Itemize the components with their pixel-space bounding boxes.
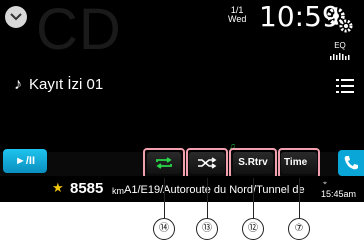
callout-box-14 bbox=[143, 148, 185, 179]
star-icon: ★ bbox=[52, 180, 64, 195]
eq-label: EQ bbox=[334, 41, 346, 50]
leader-line-13 bbox=[207, 178, 208, 218]
track-title: Kayıt İzi 01 bbox=[29, 76, 104, 93]
track-list-button[interactable] bbox=[336, 78, 354, 99]
source-background-label: CD bbox=[36, 0, 122, 62]
nav-arrival-time: 15:45am bbox=[321, 189, 357, 199]
callout-box-13 bbox=[186, 148, 228, 179]
phone-button[interactable] bbox=[338, 150, 364, 176]
callout-label-12: ⑫ bbox=[242, 218, 264, 240]
music-note-icon: ♪ bbox=[14, 76, 22, 93]
eq-button[interactable]: EQ bbox=[330, 42, 350, 60]
nav-distance-unit: km bbox=[112, 186, 124, 196]
callout-label-13: ⑬ bbox=[196, 218, 218, 240]
gear-icon bbox=[327, 7, 353, 33]
date-display: 1/1 Wed bbox=[228, 6, 246, 24]
nav-distance: 8585 bbox=[70, 180, 104, 197]
callout-box-12 bbox=[229, 148, 277, 179]
track-info: ♪ Kayıt İzi 01 bbox=[14, 76, 103, 94]
callout-label-14: ⑭ bbox=[153, 218, 175, 240]
phone-icon bbox=[344, 156, 358, 170]
list-icon bbox=[336, 79, 354, 93]
chevron-down-icon bbox=[10, 13, 22, 21]
date-weekday: Wed bbox=[228, 14, 247, 24]
leader-line-14 bbox=[164, 178, 165, 218]
equalizer-icon bbox=[330, 53, 350, 60]
leader-line-12 bbox=[253, 178, 254, 218]
play-pause-button[interactable]: ►/II bbox=[3, 149, 47, 173]
source-menu-button[interactable] bbox=[5, 6, 27, 28]
satellite-icon: ⌖ bbox=[323, 180, 327, 187]
callout-box-7 bbox=[278, 148, 320, 179]
nav-road-name: A1/E19/Autoroute du Nord/Tunnel de bbox=[124, 184, 305, 196]
leader-line-7 bbox=[299, 178, 300, 218]
callout-label-7: ⑦ bbox=[288, 218, 310, 240]
settings-button[interactable] bbox=[326, 6, 354, 39]
